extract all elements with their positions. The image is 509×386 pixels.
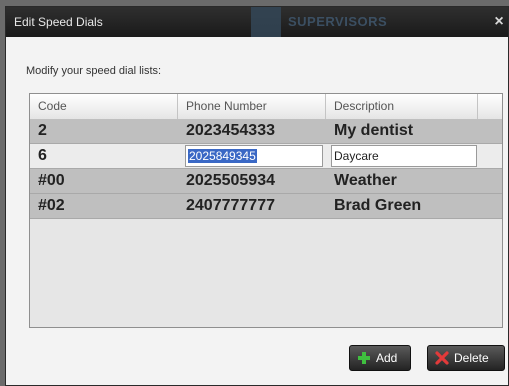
column-header-spacer <box>478 94 502 119</box>
table-header: Code Phone Number Description <box>30 94 502 120</box>
column-header-code[interactable]: Code <box>30 94 178 119</box>
table-row-editing[interactable]: 6 2025849345 Daycare <box>30 144 502 169</box>
add-button[interactable]: Add <box>349 345 411 371</box>
dialog-title: Edit Speed Dials <box>14 15 103 29</box>
description-cell: My dentist <box>334 122 414 139</box>
phone-number-input[interactable]: 2025849345 <box>185 145 323 167</box>
table-row[interactable]: #00 2025505934 Weather <box>30 169 502 194</box>
background-window-label: SUPERVISORS <box>288 14 388 29</box>
delete-button-label: Delete <box>454 351 489 365</box>
description-cell: Brad Green <box>334 197 422 214</box>
x-icon <box>435 351 449 365</box>
instruction-text: Modify your speed dial lists: <box>26 65 162 77</box>
speed-dial-table: Code Phone Number Description 2 20234543… <box>29 93 503 328</box>
delete-button[interactable]: Delete <box>427 345 505 371</box>
table-row[interactable]: #02 2407777777 Brad Green <box>30 194 502 219</box>
description-input[interactable]: Daycare <box>331 145 477 167</box>
phone-cell: 2023454333 <box>186 122 275 139</box>
close-icon[interactable]: × <box>492 7 506 37</box>
code-cell: #00 <box>38 172 65 189</box>
code-cell: #02 <box>38 197 65 214</box>
code-cell: 6 <box>38 147 47 164</box>
code-cell: 2 <box>38 122 47 139</box>
dialog-titlebar[interactable]: SUPERVISORS Edit Speed Dials × <box>6 7 508 37</box>
background-tab-icon <box>251 7 281 37</box>
column-header-phone-number[interactable]: Phone Number <box>178 94 326 119</box>
plus-icon <box>358 352 370 364</box>
column-header-description[interactable]: Description <box>326 94 478 119</box>
table-row[interactable]: 2 2023454333 My dentist <box>30 119 502 144</box>
description-cell: Weather <box>334 172 397 189</box>
phone-cell: 2025505934 <box>186 172 275 189</box>
selected-text: 2025849345 <box>188 149 257 163</box>
add-button-label: Add <box>376 351 398 365</box>
edit-speed-dials-dialog: SUPERVISORS Edit Speed Dials × Modify yo… <box>5 6 509 386</box>
phone-cell: 2407777777 <box>186 197 275 214</box>
